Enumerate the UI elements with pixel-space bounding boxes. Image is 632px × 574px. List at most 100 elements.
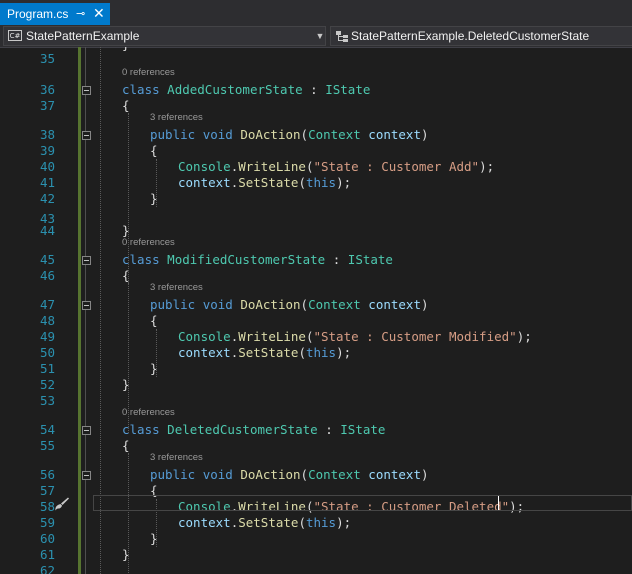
code-token: ( [300, 467, 309, 482]
parameter-token: context [368, 127, 421, 142]
codelens-references[interactable]: 3 references [150, 282, 203, 293]
codelens-references[interactable]: 0 references [122, 407, 175, 418]
type-token: IState [347, 252, 393, 267]
line-number: 52 [39, 377, 55, 392]
method-token: WriteLine [238, 159, 306, 174]
member-dropdown[interactable]: StatePatternExample.DeletedCustomerState [330, 26, 632, 46]
code-line: context.SetState(this); [178, 345, 351, 360]
line-number: 38 [39, 127, 55, 142]
keyword-token: public [150, 127, 196, 142]
type-token: AddedCustomerState [167, 82, 303, 97]
class-icon [336, 31, 348, 42]
type-token: IState [325, 82, 371, 97]
line-number: 44 [39, 223, 55, 238]
parameter-token: context [178, 175, 231, 190]
line-number: 37 [39, 98, 55, 113]
parameter-token: context [178, 345, 231, 360]
line-number: 56 [39, 467, 55, 482]
code-line: class DeletedCustomerState : IState [122, 422, 385, 437]
chevron-down-icon[interactable]: ▼ [314, 27, 326, 45]
outline-collapse-toggle[interactable] [82, 256, 91, 265]
type-token: Context [308, 467, 361, 482]
project-dropdown-label: StatePatternExample [26, 29, 140, 43]
line-number: 61 [39, 547, 55, 562]
codelens-references[interactable]: 3 references [150, 112, 203, 123]
paintbrush-icon[interactable] [54, 496, 70, 512]
code-editor[interactable]: } 35 36 0 references class AddedCustomerStat… [0, 47, 632, 574]
code-token: ) [420, 467, 429, 482]
line-number: 36 [39, 82, 55, 97]
code-token: ); [336, 515, 352, 530]
line-number: 39 [39, 143, 55, 158]
keyword-token: this [305, 345, 337, 360]
method-token: SetState [238, 175, 299, 190]
code-token: ( [300, 297, 309, 312]
outline-collapse-toggle[interactable] [82, 86, 91, 95]
code-line: context.SetState(this); [178, 175, 351, 190]
code-line: Console.WriteLine("State : Customer Add"… [178, 159, 494, 174]
code-token: ( [298, 515, 306, 530]
code-token: ) [420, 127, 429, 142]
pin-icon[interactable]: ⊸ [76, 7, 85, 20]
type-token: Console [178, 159, 231, 174]
line-number: 59 [39, 515, 55, 530]
code-line: Console.WriteLine("State : Customer Modi… [178, 329, 532, 344]
code-line: class AddedCustomerState : IState [122, 82, 370, 97]
line-number: 58 [39, 499, 55, 514]
code-token: ); [336, 175, 352, 190]
method-token: SetState [238, 345, 299, 360]
line-number: 45 [39, 252, 55, 267]
codelens-references[interactable]: 3 references [150, 452, 203, 463]
indent-guide [156, 329, 157, 377]
code-line: public void DoAction(Context context) [150, 127, 429, 142]
code-token: ); [479, 159, 495, 174]
string-token: "State : Customer Modified" [313, 329, 517, 344]
line-number: 50 [39, 345, 55, 360]
code-token: { [150, 313, 158, 328]
parameter-token: context [368, 297, 421, 312]
line-number: 55 [39, 438, 55, 453]
codelens-references[interactable]: 0 references [122, 237, 175, 248]
keyword-token: void [202, 127, 233, 142]
line-number: 41 [39, 175, 55, 190]
outline-collapse-toggle[interactable] [82, 131, 91, 140]
project-dropdown[interactable]: C# StatePatternExample ▼ [3, 26, 326, 46]
outline-collapse-toggle[interactable] [82, 301, 91, 310]
keyword-token: this [305, 515, 337, 530]
code-token: ); [516, 329, 532, 344]
line-number: 49 [39, 329, 55, 344]
code-token: { [150, 143, 158, 158]
type-token: IState [340, 422, 386, 437]
outlining-margin-line [85, 47, 86, 574]
code-token: ) [420, 297, 429, 312]
type-token: DeletedCustomerState [167, 422, 318, 437]
line-number: 54 [39, 422, 55, 437]
line-number: 62 [39, 563, 55, 574]
line-number: 47 [39, 297, 55, 312]
line-number: 35 [39, 51, 55, 66]
indent-guide [128, 283, 129, 433]
current-line-highlight [93, 495, 632, 511]
method-token: DoAction [240, 467, 301, 482]
code-token: : [302, 82, 326, 97]
code-token: ( [298, 345, 306, 360]
type-token: ModifiedCustomerState [167, 252, 326, 267]
method-token: WriteLine [238, 329, 306, 344]
line-number: 57 [39, 483, 55, 498]
close-icon[interactable]: ✕ [93, 5, 105, 22]
keyword-token: public [150, 297, 196, 312]
outline-collapse-toggle[interactable] [82, 426, 91, 435]
codelens-references[interactable]: 0 references [122, 67, 175, 78]
outline-collapse-toggle[interactable] [82, 471, 91, 480]
code-token: { [122, 438, 130, 453]
method-token: SetState [238, 515, 299, 530]
keyword-token: this [305, 175, 337, 190]
code-token: ( [298, 175, 306, 190]
text-caret [498, 496, 499, 510]
indent-guide [128, 453, 129, 573]
tab-program-cs[interactable]: Program.cs ⊸ ✕ [0, 3, 110, 25]
code-token: : [325, 252, 348, 267]
